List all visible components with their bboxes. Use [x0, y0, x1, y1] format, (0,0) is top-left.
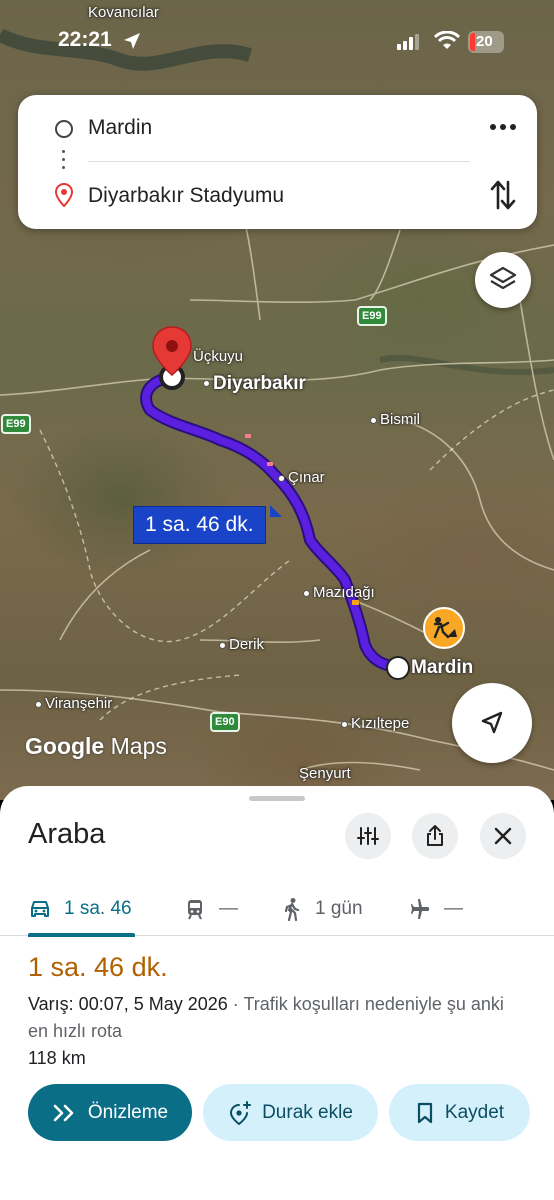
- route-search-card: Mardin Diyarbakır Stadyumu: [18, 95, 537, 229]
- roadwork-icon[interactable]: [421, 607, 467, 653]
- close-icon: [494, 827, 512, 845]
- preview-button[interactable]: Önizleme: [28, 1084, 192, 1141]
- road-shield-e99: E99: [357, 306, 387, 326]
- directions-bottom-sheet: Araba 1 sa. 46 — 1 gün — 1 sa. 46 dk. Va…: [0, 786, 554, 1200]
- sheet-grabber[interactable]: [249, 796, 305, 801]
- navigation-arrow-icon: [481, 711, 503, 734]
- train-icon: [188, 899, 202, 919]
- save-label: Kaydet: [444, 1101, 505, 1123]
- city-dot-icon: [341, 720, 348, 728]
- city-dot-icon: [303, 589, 310, 597]
- route-duration-callout[interactable]: 1 sa. 46 dk.: [133, 506, 266, 544]
- logo-google-text: Google: [25, 733, 105, 759]
- tab-walk[interactable]: 1 gün: [281, 881, 363, 936]
- add-stop-label: Durak ekle: [262, 1101, 353, 1123]
- city-name: Diyarbakır: [213, 373, 306, 394]
- city-label-derik: Derik: [219, 636, 264, 653]
- save-button[interactable]: Kaydet: [389, 1084, 530, 1141]
- car-icon: [31, 900, 49, 917]
- destination-pin-icon[interactable]: [150, 325, 194, 391]
- my-location-button[interactable]: [452, 683, 532, 763]
- city-label-senyurt: Şenyurt: [299, 765, 351, 782]
- close-button[interactable]: [480, 813, 526, 859]
- origin-field[interactable]: Mardin: [88, 116, 152, 140]
- tab-car-label: 1 sa. 46: [64, 897, 132, 919]
- city-name: Bismil: [380, 411, 420, 428]
- map-view[interactable]: Kovancılar Üçkuyu Diyarbakır Bismil Çına…: [0, 0, 554, 800]
- city-dot-icon: [219, 641, 226, 649]
- destination-field[interactable]: Diyarbakır Stadyumu: [88, 184, 284, 208]
- city-label-kiziltepe: Kızıltepe: [341, 715, 409, 732]
- city-name: Derik: [229, 636, 265, 653]
- layers-button[interactable]: [475, 252, 531, 308]
- tab-transit-label: —: [219, 897, 238, 919]
- city-dot-icon: [370, 416, 377, 424]
- destination-pin-icon: [55, 183, 73, 207]
- origin-marker[interactable]: [385, 655, 411, 681]
- tab-flight[interactable]: —: [408, 881, 463, 936]
- city-label-uckuyu: Üçkuyu: [193, 348, 244, 365]
- city-dot-icon: [278, 474, 285, 482]
- walking-icon: [284, 897, 300, 921]
- wifi-icon: [434, 31, 460, 49]
- origin-circle-icon: [55, 120, 73, 138]
- google-maps-logo: Google Maps: [25, 733, 167, 760]
- city-label-bismil: Bismil: [370, 411, 420, 428]
- airplane-icon: [411, 898, 430, 919]
- battery-fill: [470, 33, 475, 51]
- city-label-cinar: Çınar: [278, 469, 325, 486]
- tab-car[interactable]: 1 sa. 46: [28, 881, 135, 937]
- add-stop-pin-icon: [230, 1100, 252, 1125]
- city-dot-icon: [35, 700, 42, 708]
- route-duration: 1 sa. 46 dk.: [28, 952, 168, 982]
- swap-direction-icon[interactable]: [488, 178, 518, 212]
- route-dots-icon: [62, 150, 66, 174]
- city-name: Mazıdağı: [313, 584, 375, 601]
- layers-icon: [489, 266, 517, 290]
- add-stop-button[interactable]: Durak ekle: [203, 1084, 378, 1141]
- preview-label: Önizleme: [87, 1101, 169, 1123]
- road-shield-e90: E90: [210, 712, 240, 732]
- tab-flight-label: —: [444, 897, 463, 919]
- city-label-viransehir: Viranşehir: [35, 695, 112, 712]
- tab-transit[interactable]: —: [183, 881, 238, 936]
- bookmark-icon: [417, 1102, 433, 1123]
- arrival-info: Varış: 00:07, 5 May 2026 · Trafik koşull…: [28, 991, 528, 1045]
- status-time: 22:21: [58, 28, 112, 51]
- route-duration-callout-tail: [270, 505, 282, 517]
- city-dot-icon: [203, 380, 210, 388]
- double-chevron-icon: [53, 1104, 74, 1121]
- more-options-icon[interactable]: [488, 115, 518, 139]
- travel-mode-tabs: 1 sa. 46 — 1 gün —: [0, 881, 554, 937]
- battery-level: 20: [476, 33, 493, 50]
- sheet-title: Araba: [28, 818, 106, 850]
- arrival-time: Varış: 00:07, 5 May 2026: [28, 994, 228, 1014]
- city-name: Kızıltepe: [351, 715, 410, 732]
- city-label-mazidagi: Mazıdağı: [303, 584, 375, 601]
- city-label-diyarbakir: Diyarbakır: [203, 373, 306, 395]
- battery-indicator: 20: [468, 31, 504, 53]
- tab-walk-label: 1 gün: [315, 897, 363, 919]
- road-shield-e99: E99: [1, 414, 31, 434]
- city-label-mardin: Mardin: [411, 657, 474, 678]
- cellular-signal-icon: [397, 34, 419, 50]
- status-bar: 22:21 20: [0, 28, 554, 56]
- city-name: Viranşehir: [45, 695, 113, 712]
- city-name: Çınar: [288, 469, 325, 486]
- field-divider: [88, 161, 470, 162]
- city-label-kovancilar: Kovancılar: [88, 4, 159, 21]
- share-icon: [427, 825, 443, 846]
- location-arrow-icon: [124, 33, 140, 49]
- route-options-button[interactable]: [345, 813, 391, 859]
- logo-maps-text: Maps: [110, 733, 167, 759]
- sliders-icon: [357, 827, 379, 845]
- route-distance: 118 km: [28, 1048, 86, 1068]
- share-button[interactable]: [412, 813, 458, 859]
